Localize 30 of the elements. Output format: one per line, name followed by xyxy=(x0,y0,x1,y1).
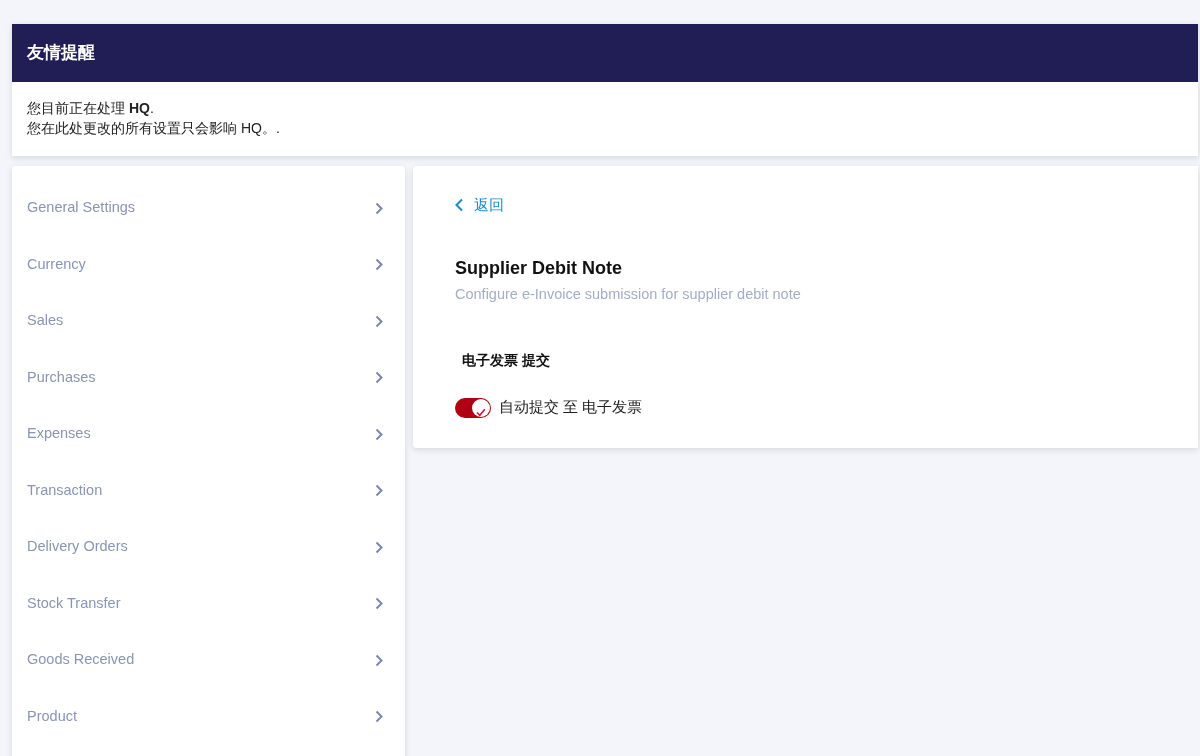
chevron-right-icon xyxy=(375,540,383,554)
sidebar-item[interactable]: Goods Received xyxy=(12,632,405,689)
sidebar-item[interactable]: Product xyxy=(12,688,405,745)
sidebar-item[interactable]: Sales xyxy=(12,293,405,350)
section-heading: 电子发票 提交 xyxy=(462,351,551,370)
chevron-right-icon xyxy=(375,314,383,328)
chevron-right-icon xyxy=(375,484,383,498)
sidebar-item[interactable]: Purchases xyxy=(12,349,405,406)
chevron-right-icon xyxy=(375,653,383,667)
chevron-right-icon xyxy=(375,201,383,215)
sidebar-item[interactable]: Transaction xyxy=(12,462,405,519)
chevron-right-icon xyxy=(375,597,383,611)
sidebar-item[interactable]: Stock Transfer xyxy=(12,575,405,632)
sidebar-item[interactable]: General Settings xyxy=(12,180,405,237)
back-link[interactable]: 返回 xyxy=(455,194,504,217)
toggle-label: 自动提交 至 电子发票 xyxy=(499,398,643,417)
notice-title: 友情提醒 xyxy=(12,24,1198,82)
chevron-left-icon xyxy=(455,198,464,213)
chevron-right-icon xyxy=(375,258,383,272)
notice-text: 您在此处更改的所有设置只会影响 HQ。. xyxy=(27,119,281,138)
sidebar-item[interactable]: Currency xyxy=(12,236,405,293)
chevron-right-icon xyxy=(375,710,383,724)
toggle-switch[interactable] xyxy=(455,397,491,418)
panel-subtitle: Configure e-Invoice submission for supplier debit note xyxy=(455,285,802,305)
sidebar-item[interactable]: Expenses xyxy=(12,406,405,463)
notice-text: 您目前正在处理 HQ. xyxy=(27,99,155,118)
panel-title: Supplier Debit Note xyxy=(455,257,623,281)
chevron-right-icon xyxy=(375,427,383,441)
sidebar-item[interactable]: Delivery Orders xyxy=(12,519,405,576)
chevron-right-icon xyxy=(375,371,383,385)
